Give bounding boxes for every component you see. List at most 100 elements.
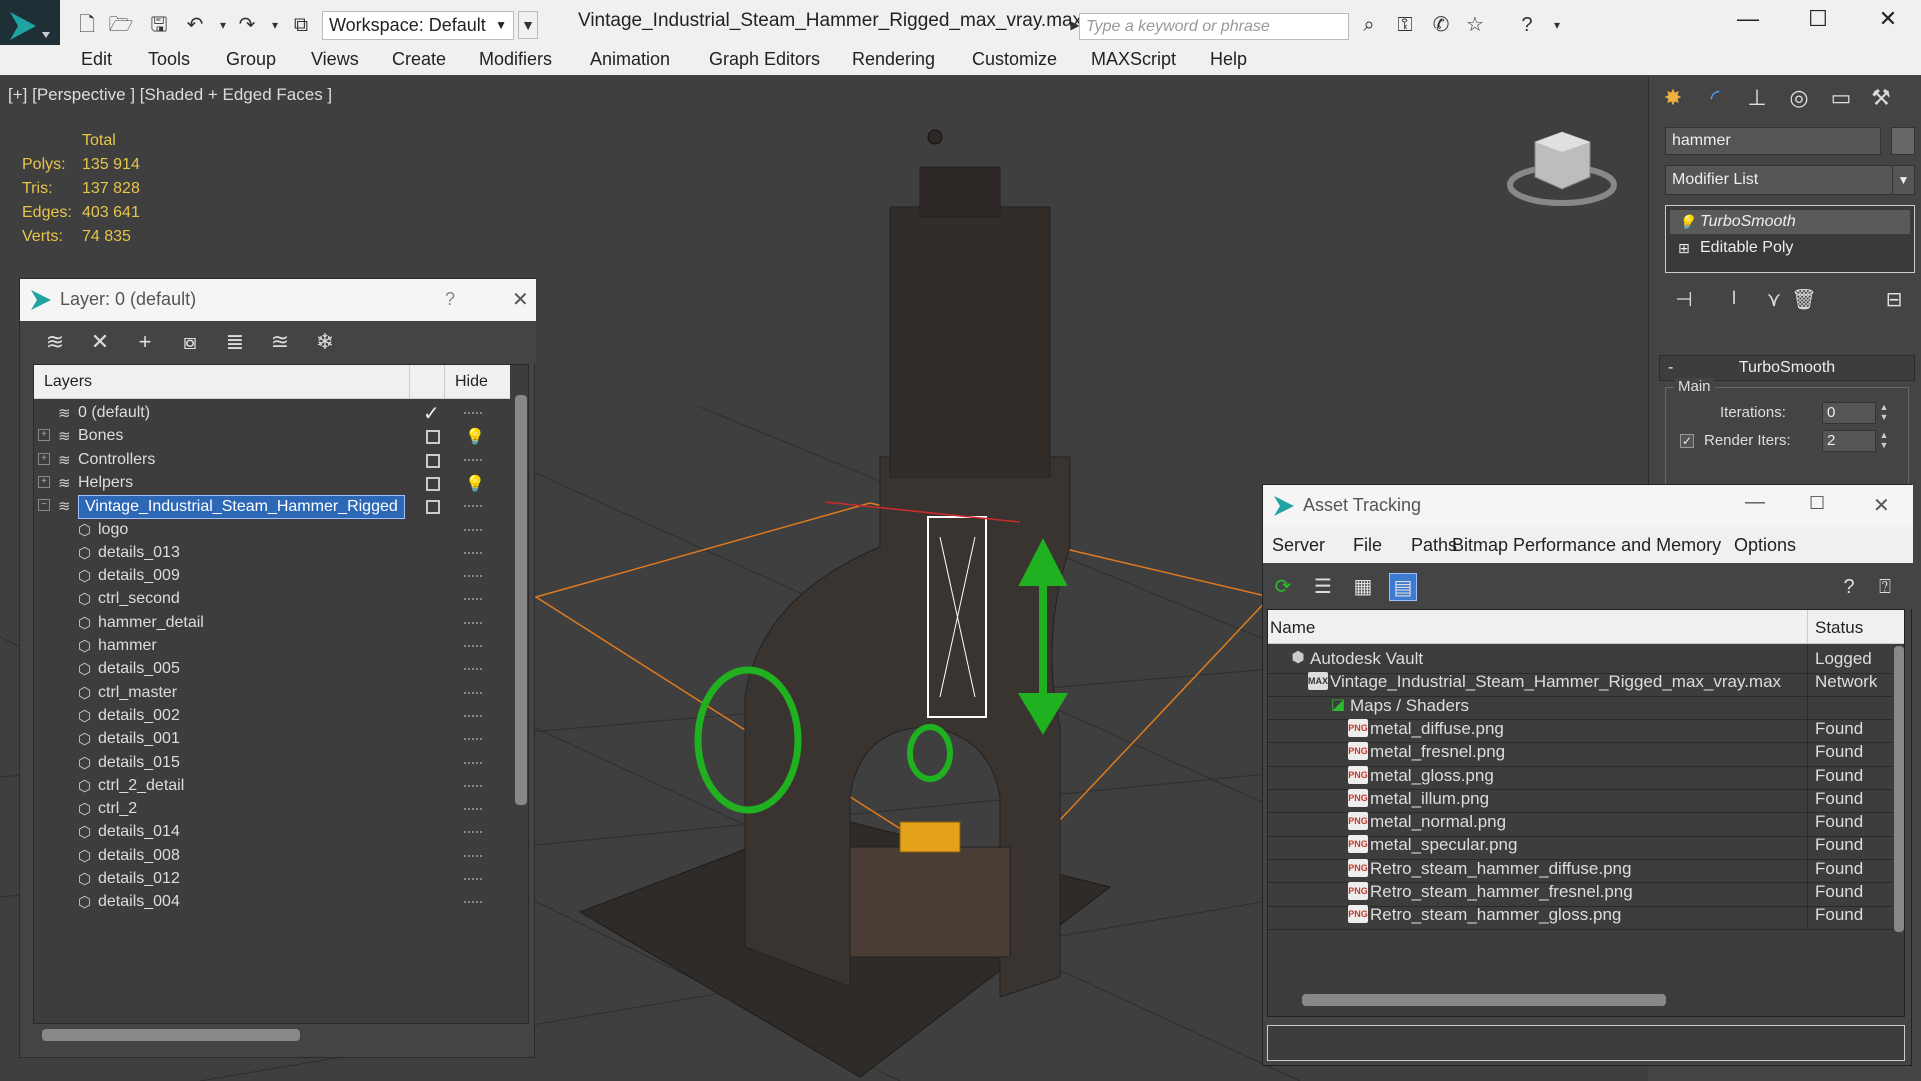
column-name[interactable]: Name [1270,618,1315,638]
menu-customize[interactable]: Customize [972,49,1057,70]
hide-toggle[interactable] [464,668,482,671]
menu-animation[interactable]: Animation [590,49,670,70]
display-tab-icon[interactable]: ▭ [1823,85,1859,115]
hide-toggle[interactable] [464,714,482,717]
expand-toggle-icon[interactable]: − [38,499,50,512]
set-current-layer-checkbox[interactable] [426,500,440,515]
layer-dialog-titlebar[interactable]: Layer: 0 (default) ? ✕ [20,279,536,321]
menu-bitmap-performance[interactable]: Bitmap Performance and Memory [1452,535,1721,556]
help-dropdown-icon[interactable]: ▾ [1544,12,1570,38]
maximize-icon[interactable]: ☐ [1798,6,1838,36]
menu-tools[interactable]: Tools [148,49,190,70]
menu-options[interactable]: Options [1734,535,1796,556]
hide-toggle[interactable] [464,458,482,461]
list-view-icon[interactable]: ☰ [1309,573,1337,601]
object-color-swatch[interactable] [1891,127,1915,155]
communication-icon[interactable]: ✆ [1428,12,1454,38]
context-help-icon[interactable]: ⍰ [1871,573,1899,601]
vertical-scrollbar[interactable] [1894,646,1904,932]
remove-modifier-icon[interactable]: 🗑 [1791,287,1817,313]
menu-graph-editors[interactable]: Graph Editors [709,49,820,70]
minimize-icon[interactable]: — [1745,491,1765,514]
menu-maxscript[interactable]: MAXScript [1091,49,1176,70]
expand-toggle-icon[interactable]: + [38,452,50,465]
viewport-label[interactable]: [+] [Perspective ] [Shaded + Edged Faces… [8,85,332,105]
close-icon[interactable]: ✕ [1868,6,1908,36]
hide-toggle[interactable] [464,412,482,414]
modify-tab-icon[interactable]: ◜ [1697,85,1733,115]
hide-toggle[interactable] [464,808,482,811]
view-cube[interactable] [1507,131,1617,206]
project-folder-icon[interactable]: ⧉ [288,12,314,38]
maximize-icon[interactable]: ☐ [1809,493,1825,514]
render-iters-spinner[interactable]: 2 [1822,430,1876,452]
expand-toggle-icon[interactable]: + [38,475,50,488]
hide-all-layers-icon[interactable]: ≊ [267,329,293,355]
hide-toggle[interactable] [464,784,482,787]
menu-rendering[interactable]: Rendering [852,49,935,70]
hide-toggle[interactable] [464,761,482,764]
help-icon[interactable]: ? [1835,573,1863,601]
open-file-icon[interactable]: 🗁 [108,12,134,38]
select-highlighted-icon[interactable]: ⧇ [177,329,203,355]
close-icon[interactable]: ✕ [1873,493,1890,518]
menu-group[interactable]: Group [226,49,276,70]
highlight-selected-icon[interactable]: ≣ [222,329,248,355]
hide-toggle[interactable] [464,854,482,857]
asset-tracking-titlebar[interactable]: Asset Tracking — ☐ ✕ [1263,485,1913,527]
menu-views[interactable]: Views [311,49,359,70]
menu-help[interactable]: Help [1210,49,1247,70]
close-icon[interactable]: ✕ [512,287,529,312]
hide-toggle-icon[interactable]: 💡 [465,427,485,447]
modifier-list-dropdown[interactable]: Modifier List ▼ [1665,165,1915,195]
hide-toggle[interactable] [464,738,482,741]
asset-row[interactable]: PNG Retro_steam_hammer_gloss.png Found [1268,901,1893,930]
undo-icon[interactable]: ↶ [182,12,208,38]
expand-toggle-icon[interactable]: + [38,429,50,442]
save-icon[interactable]: 🖫 [146,12,172,38]
refresh-icon[interactable]: ⟳ [1269,573,1297,601]
column-status[interactable]: Status [1815,618,1863,638]
add-selected-icon[interactable]: + [132,329,158,355]
workspace-selector[interactable]: Workspace: Default ▼ [322,11,514,40]
configure-modifier-sets-icon[interactable]: ⊟ [1881,287,1907,313]
hide-toggle[interactable] [464,505,482,508]
stack-item-turbosmooth[interactable]: 💡 TurboSmooth [1670,210,1910,234]
column-layers[interactable]: Layers [44,373,92,391]
set-current-layer-checkbox[interactable] [426,430,440,445]
freeze-all-layers-icon[interactable]: ❄ [312,329,338,355]
table-view-icon[interactable]: ▤ [1389,573,1417,601]
menu-server[interactable]: Server [1272,535,1325,556]
motion-tab-icon[interactable]: ◎ [1781,85,1817,115]
hide-toggle[interactable] [464,878,482,880]
horizontal-scrollbar[interactable] [1302,994,1666,1006]
menu-file[interactable]: File [1353,535,1382,556]
redo-dropdown-icon[interactable]: ▾ [262,12,288,38]
ctrl-master-ring[interactable] [907,724,953,782]
make-unique-icon[interactable]: ⋎ [1761,287,1787,313]
spinner-arrows-icon[interactable]: ▲ ▼ [1878,430,1890,452]
object-name-field[interactable]: hammer [1665,127,1881,155]
hide-toggle[interactable] [464,528,482,531]
stack-item-editable-poly[interactable]: ⊞ Editable Poly [1670,236,1910,260]
pin-stack-icon[interactable]: ⊣ [1671,287,1697,313]
delete-layer-icon[interactable]: ✕ [87,329,113,355]
hide-toggle[interactable] [464,901,482,904]
thumbnail-view-icon[interactable]: ▦ [1349,573,1377,601]
menu-modifiers[interactable]: Modifiers [479,49,552,70]
menu-create[interactable]: Create [392,49,446,70]
help-icon[interactable]: ? [1514,12,1540,38]
vertical-scrollbar[interactable] [515,395,527,805]
render-iters-checkbox[interactable]: ✓ [1680,434,1694,448]
horizontal-scrollbar[interactable] [42,1029,300,1041]
hide-toggle[interactable] [464,575,482,578]
set-current-layer-checkbox[interactable] [426,476,440,491]
search-input[interactable]: Type a keyword or phrase [1079,13,1349,40]
show-end-result-icon[interactable]: ⏽ [1721,287,1747,313]
key-icon[interactable]: ⚿ [1392,12,1418,38]
redo-icon[interactable]: ↷ [234,12,260,38]
undo-dropdown-icon[interactable]: ▾ [210,12,236,38]
hide-toggle[interactable] [464,621,482,624]
binoculars-icon[interactable]: ⌕ [1356,12,1382,38]
new-file-icon[interactable]: 🗋 [74,12,100,38]
